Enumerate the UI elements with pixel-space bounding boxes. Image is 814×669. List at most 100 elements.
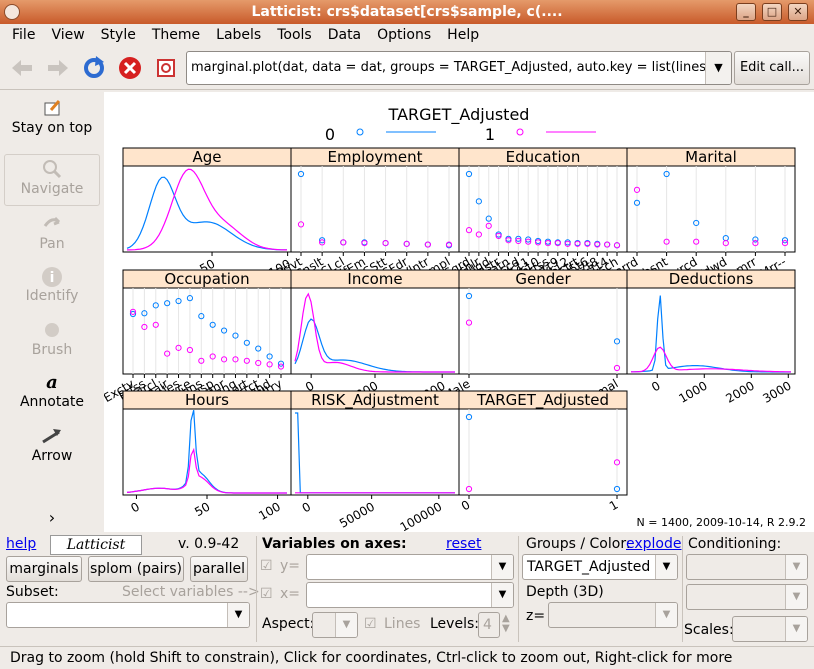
explode-link[interactable]: explode [626,536,682,552]
panel-frame [458,287,628,375]
chevron-down-icon[interactable]: ▼ [785,617,807,641]
tick-label: 100 [256,499,283,523]
groups-select[interactable]: TARGET_Adjusted ▼ [522,554,678,580]
legend-title: TARGET_Adjusted [388,105,530,125]
window-title: Latticist: crs$dataset[crs$sample, c(...… [251,4,563,20]
splom-button[interactable]: splom (pairs) [88,556,184,582]
tick-label: 1000 [676,378,709,405]
menu-file[interactable]: File [4,27,43,43]
x-variable-select[interactable]: ▼ [306,582,514,608]
chevron-down-icon[interactable]: ▼ [785,585,807,609]
latticist-logo: Latticist [50,535,142,555]
navigate-button[interactable]: Navigate [4,154,100,206]
y-variable-select[interactable]: ▼ [306,554,514,580]
levels-spinner[interactable]: 4 [478,612,500,638]
chevron-down-icon[interactable]: ▼ [491,555,513,579]
forward-arrow-icon[interactable] [44,54,72,82]
menu-help[interactable]: Help [439,27,487,43]
marginals-button[interactable]: marginals [6,556,82,582]
help-link[interactable]: help [6,536,36,552]
y-label: y= [280,558,301,574]
subset-input[interactable]: ▼ [6,602,250,628]
footnote: N = 1400, 2009-10-14, R 2.9.2 [637,516,806,529]
pan-icon [4,214,100,236]
edit-call-button[interactable]: Edit call... [734,51,810,85]
x-checkbox[interactable]: ☑ [260,586,273,602]
brush-icon [4,320,100,342]
app-icon [4,4,20,20]
tick-label: 2000 [723,378,756,405]
chevron-down-icon[interactable]: ▼ [655,603,677,627]
z-variable-select[interactable]: ▼ [548,602,678,628]
chevron-down-icon[interactable]: ▼ [227,603,249,627]
conditioning-select-2[interactable]: ▼ [686,584,808,610]
chevron-down-icon[interactable]: ▼ [491,583,513,607]
menu-options[interactable]: Options [369,27,439,43]
brush-button[interactable]: Brush [4,320,100,358]
panel-frame [122,287,292,375]
conditioning-select-1[interactable]: ▼ [686,554,808,580]
arrow-button[interactable]: Arrow [4,426,100,464]
y-checkbox[interactable]: ☑ [260,558,273,574]
aspect-select[interactable]: ▼ [312,612,358,638]
panel-frame [122,165,292,253]
svg-text:i: i [50,270,55,286]
menu-theme[interactable]: Theme [144,27,208,43]
x-label: x= [280,586,301,602]
chevron-down-icon[interactable]: ▼ [335,613,357,637]
strip-label: Occupation [164,270,249,288]
menu-view[interactable]: View [43,27,92,43]
z-label: z= [526,608,546,624]
more-chevron-icon[interactable]: › [4,508,100,527]
strip-label: Gender [515,270,571,288]
menu-style[interactable]: Style [93,27,144,43]
strip-label: Hours [185,391,229,409]
variables-on-axes-label: Variables on axes: [262,536,407,552]
stay-on-top-button[interactable]: Stay on top [4,98,100,136]
status-bar: Drag to zoom (hold Shift to constrain), … [0,646,814,669]
lines-label: Lines [384,616,421,632]
graphics-icon[interactable] [152,54,180,82]
refresh-icon[interactable] [80,54,108,82]
close-window-button[interactable]: ✕ [788,3,808,21]
density-line-group-0 [126,176,288,251]
minimize-button[interactable]: _ [736,3,756,21]
stop-icon[interactable] [116,54,144,82]
menu-data[interactable]: Data [320,27,369,43]
chevron-down-icon[interactable]: ▼ [655,555,677,579]
density-line-group-1 [127,168,287,251]
panel-frame [290,165,460,253]
bottom-panel: help Latticist v. 0.9-42 marginals splom… [0,534,814,646]
legend-point [356,128,364,136]
tick-label: 0 [300,499,314,515]
reset-link[interactable]: reset [446,536,481,552]
chevron-down-icon[interactable]: ▼ [785,555,807,579]
tick-label: 0 [649,378,663,394]
spinner-arrows-icon[interactable]: ▲ ▼ [502,614,510,634]
back-arrow-icon[interactable] [8,54,36,82]
annotate-button[interactable]: a Annotate [4,372,100,410]
legend-entry-label: 0 [325,125,335,144]
panel-frame [626,165,796,253]
call-input[interactable]: marginal.plot(dat, data = dat, groups = … [186,51,732,85]
menu-tools[interactable]: Tools [269,27,320,43]
maximize-button[interactable]: □ [762,3,782,21]
strip-label: RISK_Adjustment [311,391,439,410]
density-line-group-0 [631,295,791,373]
strip-label: Age [192,148,221,166]
pan-button[interactable]: Pan [4,214,100,252]
identify-button[interactable]: i Identify [4,266,100,304]
lines-checkbox[interactable]: ☑ [364,616,377,632]
scales-select[interactable]: ▼ [732,616,808,642]
tick-label: 100000 [398,499,445,532]
arrow-icon [4,426,100,448]
panel-frame [458,165,628,253]
plot-area[interactable]: TARGET_Adjusted 0 1 Age 50 100 Employment Privt… [101,92,814,535]
parallel-button[interactable]: parallel [190,556,248,582]
tick-label: 0 [459,497,473,513]
menu-labels[interactable]: Labels [208,27,269,43]
strip-label: Deductions [669,270,754,288]
density-line-group-0 [294,318,455,373]
chevron-down-icon[interactable]: ▼ [705,52,731,84]
tick-label: 50000 [337,499,377,530]
